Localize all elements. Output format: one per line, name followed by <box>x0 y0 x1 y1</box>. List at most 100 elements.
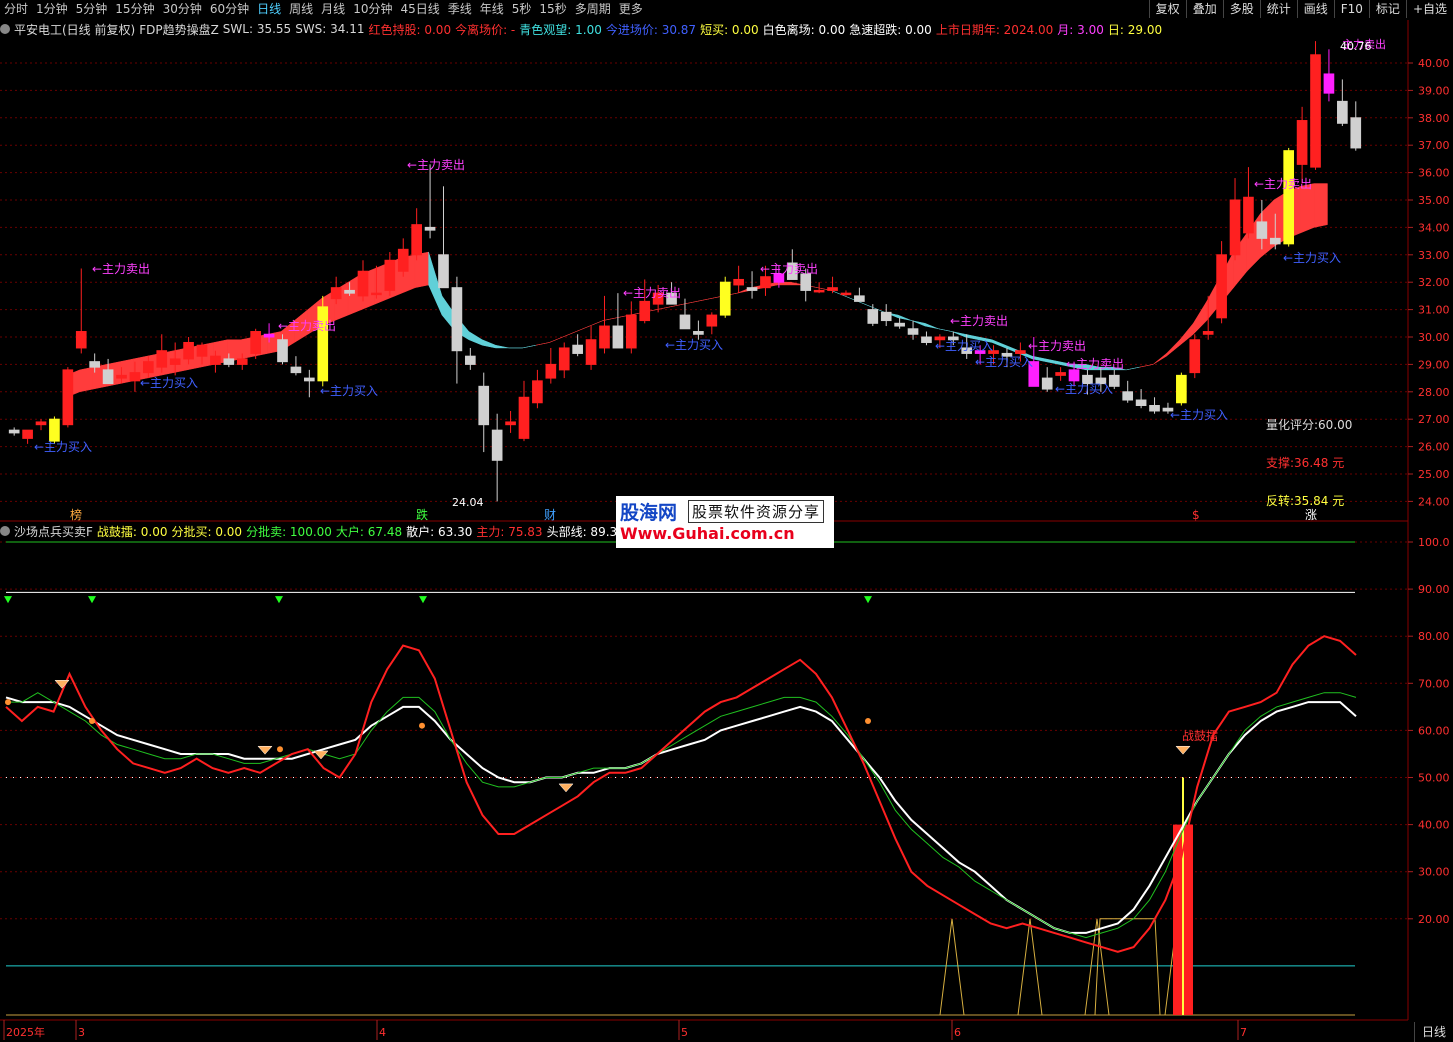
candle-body <box>585 339 597 365</box>
candle-body <box>854 295 865 302</box>
indicator-tick-label: 50.00 <box>1418 772 1450 785</box>
candle-body <box>1243 196 1254 234</box>
indicator-tick-label: 100.0 <box>1418 536 1450 549</box>
band-segment <box>683 301 697 305</box>
date-tick-label: 7 <box>1240 1026 1247 1039</box>
candle-body <box>907 328 919 335</box>
candle-body <box>1256 221 1268 239</box>
runner-icon <box>419 722 425 729</box>
candle-body <box>1189 339 1201 374</box>
candle-body <box>129 372 141 382</box>
watermark: 股海网 股票软件资源分享 Www.Guhai.com.cn <box>616 496 834 548</box>
down-arrow-icon <box>864 596 872 604</box>
event-cai-label: 财 <box>544 508 556 522</box>
band-segment <box>482 339 496 349</box>
support-label: 支撑:36.48 元 <box>1266 456 1345 470</box>
high-price-label: 40.76 <box>1340 40 1372 53</box>
candle-body <box>1135 399 1147 406</box>
band-segment <box>1313 183 1328 228</box>
candle-body <box>236 358 248 365</box>
band-segment <box>227 339 242 362</box>
runner-icon <box>5 699 11 706</box>
main-sell-label: ←主力卖出 <box>1254 177 1312 191</box>
candle-body <box>397 248 409 272</box>
candle-body <box>183 341 194 360</box>
main-sell-label: ←主力卖出 <box>1066 357 1124 371</box>
candle-body <box>1015 350 1026 354</box>
date-tick-label: 6 <box>954 1026 961 1039</box>
candle-body <box>304 377 315 382</box>
candle-body <box>1041 377 1053 390</box>
band-segment <box>1166 339 1181 357</box>
candle-body <box>116 374 127 379</box>
down-arrow-icon <box>4 596 12 604</box>
price-tick-label: 33.00 <box>1418 249 1450 262</box>
candle-body <box>1296 120 1308 165</box>
main-buy-label: ←主力买入 <box>320 384 378 398</box>
band-segment <box>562 331 577 338</box>
dahu-line <box>6 692 1357 939</box>
candle-body <box>880 311 892 322</box>
candle-body <box>49 418 60 442</box>
candle-body <box>639 300 651 322</box>
candle-body <box>558 347 570 371</box>
price-tick-label: 30.00 <box>1418 331 1450 344</box>
candle-body <box>679 314 691 330</box>
price-tick-label: 25.00 <box>1418 468 1450 481</box>
watermark-tagline: 股票软件资源分享 <box>688 500 825 523</box>
main-buy-label: ←主力买入 <box>975 355 1033 369</box>
candle-body <box>827 287 838 291</box>
main-sell-label: ←主力卖出 <box>407 158 465 172</box>
main-buy-label: ←主力买入 <box>1170 408 1228 422</box>
event-bang-label: 榜 <box>70 507 82 522</box>
band-segment <box>938 328 952 332</box>
candle-body <box>867 309 879 324</box>
band-segment <box>911 320 926 327</box>
band-segment <box>495 344 510 349</box>
main-buy-label: ←主力买入 <box>935 339 993 353</box>
candle-body <box>1269 237 1281 245</box>
diamond-icon <box>54 680 70 689</box>
annotations: ←主力卖出 ←主力卖出 ←主力卖出 ←主力卖出 ←主力卖出 ←主力卖出 ←主力卖出 ←主力卖出… <box>34 37 1386 522</box>
candle-body <box>22 429 33 439</box>
candle-body <box>290 366 302 374</box>
band-segment <box>951 331 966 338</box>
candle-body <box>894 322 905 327</box>
candle-body <box>840 292 852 296</box>
candle-body <box>143 361 154 374</box>
main-sell-label: ←主力卖出 <box>1028 339 1086 353</box>
band-segment <box>1045 358 1060 365</box>
watermark-url: Www.Guhai.com.cn <box>620 524 795 543</box>
indicator-tick-label: 90.00 <box>1418 583 1450 596</box>
candle-body <box>411 224 422 256</box>
candle-body <box>1149 405 1160 412</box>
candle-body <box>733 278 744 286</box>
diamond-icon <box>558 783 574 793</box>
price-tick-label: 39.00 <box>1418 84 1450 97</box>
candle-body <box>813 289 825 293</box>
candle-body <box>102 369 114 385</box>
candle-body <box>451 287 463 352</box>
trend-band <box>66 183 1328 398</box>
main-sell-label: ←主力卖出 <box>950 314 1008 328</box>
band-segment <box>696 298 711 302</box>
date-tick-label: 4 <box>379 1026 386 1039</box>
candle-body <box>612 325 624 349</box>
bottom-period-tab[interactable]: 日线 <box>1414 1022 1453 1042</box>
price-tick-label: 29.00 <box>1418 358 1450 371</box>
band-segment <box>1193 300 1207 335</box>
candle-body <box>719 281 731 316</box>
band-segment <box>1126 366 1140 371</box>
price-tick-label: 32.00 <box>1418 276 1450 289</box>
candlestick-series <box>8 41 1362 502</box>
band-segment <box>522 344 536 349</box>
candle-body <box>384 259 396 291</box>
price-tick-label: 27.00 <box>1418 413 1450 426</box>
down-arrow-icon <box>275 596 283 604</box>
candle-body <box>75 331 87 349</box>
candle-body <box>89 361 101 368</box>
band-segment <box>857 301 872 308</box>
candle-body <box>156 350 168 368</box>
candle-body <box>250 331 261 354</box>
price-tick-label: 37.00 <box>1418 139 1450 152</box>
